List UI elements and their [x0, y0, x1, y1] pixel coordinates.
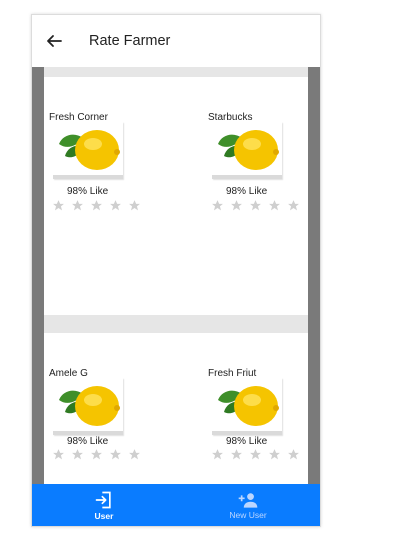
nav-item-user[interactable]: User: [32, 484, 176, 526]
farmer-card[interactable]: Fresh Corner 98% Like: [49, 112, 149, 211]
star-rating[interactable]: [211, 448, 300, 461]
farmer-row: Fresh Corner 98% Like Starbucks 98% Like: [44, 67, 308, 315]
lemon-image: [53, 378, 123, 435]
like-percentage: 98% Like: [67, 436, 109, 447]
arrow-left-icon: [47, 35, 62, 47]
star-icon[interactable]: [52, 448, 65, 461]
star-icon[interactable]: [268, 199, 281, 212]
star-icon[interactable]: [249, 199, 262, 212]
star-icon[interactable]: [52, 199, 65, 212]
farmer-list[interactable]: Fresh Corner 98% Like Starbucks 98% Like…: [32, 67, 320, 485]
star-rating[interactable]: [211, 199, 300, 212]
farmer-row: Amele G 98% Like Fresh Friut 98% Like: [44, 315, 308, 485]
bottom-navigation: User New User: [32, 484, 320, 526]
row-divider: [44, 67, 308, 77]
star-rating[interactable]: [52, 199, 141, 212]
back-button[interactable]: [44, 31, 64, 51]
star-icon[interactable]: [268, 448, 281, 461]
star-icon[interactable]: [230, 199, 243, 212]
farmer-card[interactable]: Amele G 98% Like: [49, 368, 149, 460]
star-icon[interactable]: [90, 448, 103, 461]
row-divider: [44, 315, 308, 333]
star-icon[interactable]: [90, 199, 103, 212]
lemon-image: [212, 122, 282, 179]
nav-label-user: User: [94, 510, 114, 521]
nav-label-new-user: New User: [229, 509, 267, 520]
page-title: Rate Farmer: [89, 33, 171, 49]
star-icon[interactable]: [287, 448, 300, 461]
lemon-image: [53, 122, 123, 179]
phone-screen: Rate Farmer Fresh Corner 98% Like Starbu…: [31, 14, 321, 527]
star-icon[interactable]: [211, 199, 224, 212]
star-icon[interactable]: [287, 199, 300, 212]
star-icon[interactable]: [249, 448, 262, 461]
star-icon[interactable]: [109, 199, 122, 212]
lemon-image: [212, 378, 282, 435]
like-percentage: 98% Like: [226, 436, 268, 447]
app-bar: Rate Farmer: [32, 15, 320, 67]
login-icon: [95, 491, 111, 508]
like-percentage: 98% Like: [226, 186, 268, 197]
star-icon[interactable]: [211, 448, 224, 461]
star-icon[interactable]: [71, 199, 84, 212]
farmer-card[interactable]: Starbucks 98% Like: [208, 112, 308, 211]
star-icon[interactable]: [109, 448, 122, 461]
farmer-card[interactable]: Fresh Friut 98% Like: [208, 368, 308, 460]
star-icon[interactable]: [230, 448, 243, 461]
nav-item-new-user[interactable]: New User: [176, 484, 320, 526]
star-icon[interactable]: [128, 199, 141, 212]
like-percentage: 98% Like: [67, 186, 109, 197]
star-rating[interactable]: [52, 448, 141, 461]
star-icon[interactable]: [128, 448, 141, 461]
star-icon[interactable]: [71, 448, 84, 461]
add-user-icon: [238, 492, 258, 508]
